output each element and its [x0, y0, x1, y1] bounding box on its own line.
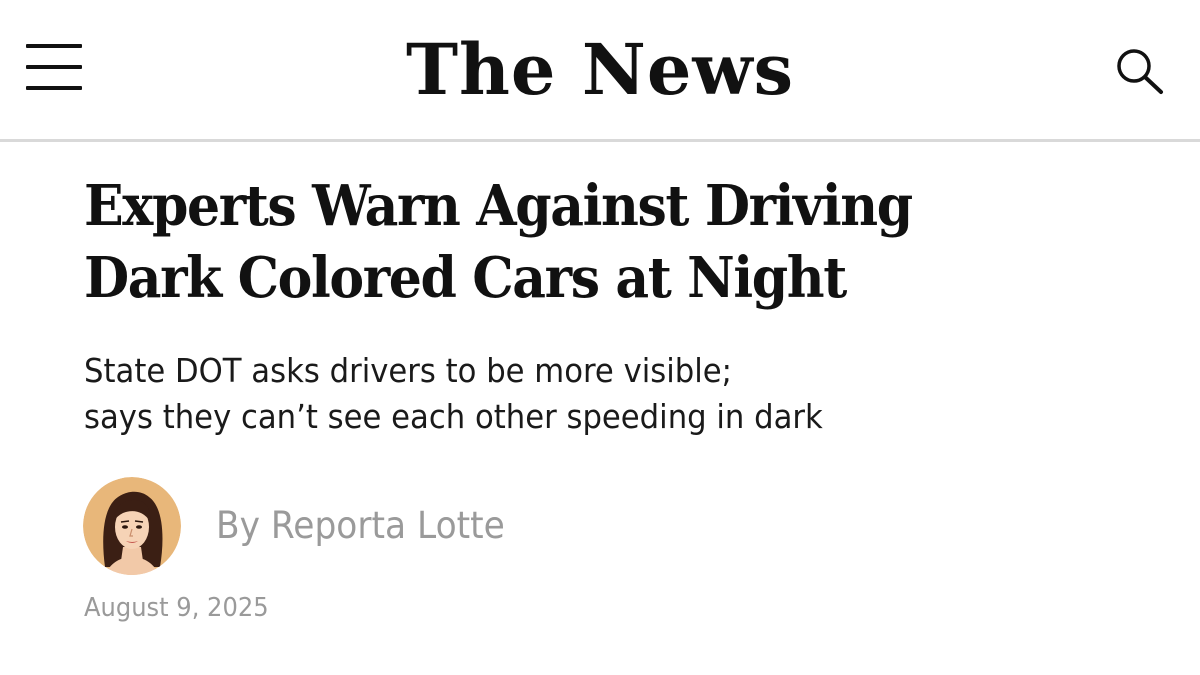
subheadline-line: State DOT asks drivers to be more visibl… [84, 351, 733, 390]
subheadline-line: says they can’t see each other speeding … [84, 397, 823, 436]
article-subheadline: State DOT asks drivers to be more visibl… [84, 348, 1014, 440]
article-headline: Experts Warn Against Driving Dark Colore… [84, 170, 1070, 314]
search-icon-glyph [1117, 49, 1163, 94]
headline-line: Dark Colored Cars at Night [84, 245, 847, 311]
author-avatar[interactable] [83, 477, 181, 575]
masthead-logo[interactable]: The News [0, 22, 1200, 118]
headline-line: Experts Warn Against Driving [84, 173, 913, 239]
top-navigation-bar: The News [0, 0, 1200, 142]
search-icon[interactable] [1114, 46, 1168, 96]
author-byline[interactable]: By Reporta Lotte [216, 503, 505, 549]
publish-date: August 9, 2025 [84, 593, 269, 623]
author-portrait-illustration [83, 477, 181, 575]
